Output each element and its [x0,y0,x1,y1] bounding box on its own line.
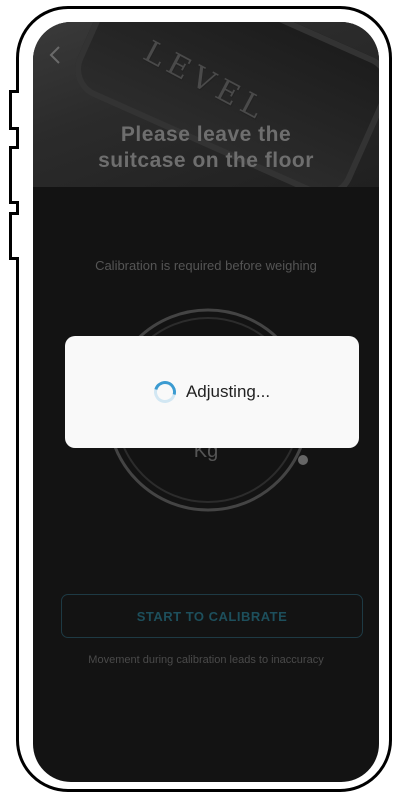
adjusting-dialog: Adjusting... [65,336,359,448]
phone-side-button [9,212,19,260]
title-line-2: suitcase on the floor [98,149,314,172]
start-calibrate-button[interactable]: START TO CALIBRATE [61,594,363,638]
phone-side-button [9,146,19,204]
adjusting-text: Adjusting... [185,382,271,401]
calibration-note: Calibration is required before weighing [95,258,317,273]
calibration-warning: Movement during calibration leads to ina… [88,654,324,666]
phone-side-button [9,90,19,130]
app-screen: LEVEL Please leave the suitcase on the f… [33,22,379,782]
page-title: Please leave the suitcase on the floor [33,122,379,174]
hero-image: LEVEL Please leave the suitcase on the f… [33,22,379,187]
loading-spinner-icon [149,376,180,408]
chevron-left-icon[interactable] [45,44,67,66]
title-line-1: Please leave the [120,123,292,146]
